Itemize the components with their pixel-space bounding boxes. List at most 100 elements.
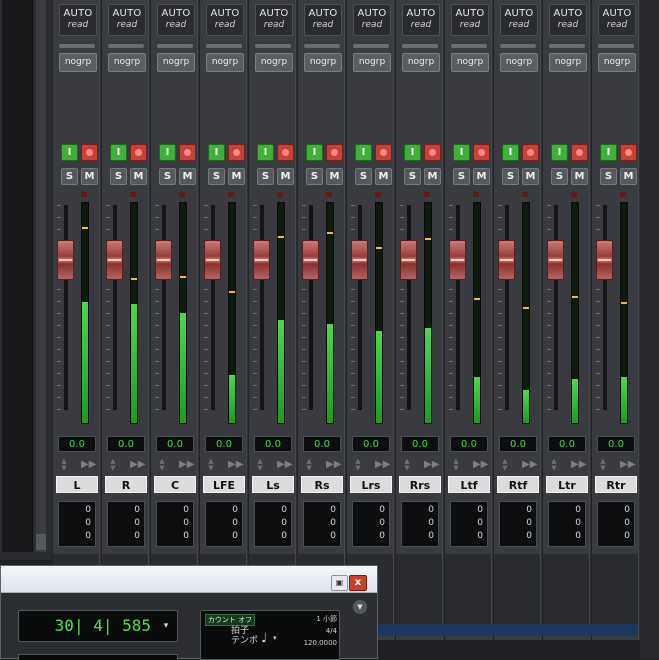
channel-name[interactable]: Rs <box>301 476 343 493</box>
automation-mode-button[interactable]: AUTO read <box>59 4 97 36</box>
volume-fader[interactable] <box>498 240 515 280</box>
volume-readout[interactable]: 0.0 <box>548 436 586 452</box>
volume-readout[interactable]: 0.0 <box>401 436 439 452</box>
fast-forward-icon[interactable]: ▶▶ <box>473 458 489 472</box>
channel-name[interactable]: Rtf <box>497 476 539 493</box>
sub-counter[interactable] <box>18 654 178 660</box>
group-button[interactable]: nogrp <box>451 53 489 72</box>
input-monitor-button[interactable]: I <box>355 144 372 161</box>
solo-button[interactable]: S <box>453 168 470 185</box>
volume-readout[interactable]: 0.0 <box>254 436 292 452</box>
group-button[interactable]: nogrp <box>353 53 391 72</box>
volume-readout[interactable]: 0.0 <box>107 436 145 452</box>
fast-forward-icon[interactable]: ▶▶ <box>375 458 391 472</box>
volume-readout[interactable]: 0.0 <box>450 436 488 452</box>
automation-mode-button[interactable]: AUTO read <box>353 4 391 36</box>
volume-readout[interactable]: 0.0 <box>205 436 243 452</box>
input-monitor-button[interactable]: I <box>551 144 568 161</box>
solo-button[interactable]: S <box>159 168 176 185</box>
volume-fader[interactable] <box>57 240 74 280</box>
automation-mode-button[interactable]: AUTO read <box>549 4 587 36</box>
channel-name[interactable]: Rtr <box>595 476 637 493</box>
solo-button[interactable]: S <box>208 168 225 185</box>
up-down-arrows-icon[interactable]: ▲ ▼ <box>598 458 608 472</box>
automation-mode-button[interactable]: AUTO read <box>598 4 636 36</box>
volume-fader[interactable] <box>155 240 172 280</box>
channel-name[interactable]: Ltr <box>546 476 588 493</box>
input-monitor-button[interactable]: I <box>600 144 617 161</box>
input-monitor-button[interactable]: I <box>404 144 421 161</box>
left-panel-scrollbar[interactable] <box>36 0 46 552</box>
input-monitor-button[interactable]: I <box>453 144 470 161</box>
solo-button[interactable]: S <box>110 168 127 185</box>
tempo-dropdown-icon[interactable]: ▾ <box>273 633 281 643</box>
up-down-arrows-icon[interactable]: ▲ ▼ <box>451 458 461 472</box>
fast-forward-icon[interactable]: ▶▶ <box>130 458 146 472</box>
mute-button[interactable]: M <box>326 168 343 185</box>
solo-button[interactable]: S <box>502 168 519 185</box>
automation-mode-button[interactable]: AUTO read <box>500 4 538 36</box>
volume-fader[interactable] <box>400 240 417 280</box>
solo-button[interactable]: S <box>61 168 78 185</box>
volume-fader[interactable] <box>302 240 319 280</box>
mute-button[interactable]: M <box>571 168 588 185</box>
mute-button[interactable]: M <box>130 168 147 185</box>
automation-mode-button[interactable]: AUTO read <box>157 4 195 36</box>
mute-button[interactable]: M <box>228 168 245 185</box>
volume-fader[interactable] <box>106 240 123 280</box>
mute-button[interactable]: M <box>620 168 637 185</box>
solo-button[interactable]: S <box>355 168 372 185</box>
group-button[interactable]: nogrp <box>304 53 342 72</box>
fast-forward-icon[interactable]: ▶▶ <box>326 458 342 472</box>
volume-readout[interactable]: 0.0 <box>303 436 341 452</box>
automation-mode-button[interactable]: AUTO read <box>206 4 244 36</box>
automation-mode-button[interactable]: AUTO read <box>402 4 440 36</box>
volume-fader[interactable] <box>547 240 564 280</box>
volume-readout[interactable]: 0.0 <box>499 436 537 452</box>
record-arm-button[interactable] <box>179 144 196 161</box>
automation-mode-button[interactable]: AUTO read <box>304 4 342 36</box>
main-counter[interactable]: 30| 4| 585 ▾ <box>18 610 178 642</box>
tempo-value[interactable]: 120.0000 <box>291 638 337 648</box>
chevron-down-icon[interactable]: ▼ <box>353 600 367 614</box>
record-arm-button[interactable] <box>620 144 637 161</box>
solo-button[interactable]: S <box>551 168 568 185</box>
channel-name[interactable]: Ltf <box>448 476 490 493</box>
record-arm-button[interactable] <box>277 144 294 161</box>
record-arm-button[interactable] <box>81 144 98 161</box>
solo-button[interactable]: S <box>404 168 421 185</box>
volume-fader[interactable] <box>351 240 368 280</box>
up-down-arrows-icon[interactable]: ▲ ▼ <box>549 458 559 472</box>
group-button[interactable]: nogrp <box>206 53 244 72</box>
input-monitor-button[interactable]: I <box>159 144 176 161</box>
volume-fader[interactable] <box>449 240 466 280</box>
mute-button[interactable]: M <box>473 168 490 185</box>
fast-forward-icon[interactable]: ▶▶ <box>571 458 587 472</box>
automation-mode-button[interactable]: AUTO read <box>108 4 146 36</box>
record-arm-button[interactable] <box>375 144 392 161</box>
fast-forward-icon[interactable]: ▶▶ <box>424 458 440 472</box>
scroll-down-arrow-icon[interactable] <box>36 534 46 550</box>
up-down-arrows-icon[interactable]: ▲ ▼ <box>206 458 216 472</box>
input-monitor-button[interactable]: I <box>208 144 225 161</box>
mute-button[interactable]: M <box>277 168 294 185</box>
channel-name[interactable]: R <box>105 476 147 493</box>
channel-name[interactable]: Lrs <box>350 476 392 493</box>
record-arm-button[interactable] <box>571 144 588 161</box>
input-monitor-button[interactable]: I <box>110 144 127 161</box>
up-down-arrows-icon[interactable]: ▲ ▼ <box>157 458 167 472</box>
mute-button[interactable]: M <box>375 168 392 185</box>
record-arm-button[interactable] <box>424 144 441 161</box>
group-button[interactable]: nogrp <box>255 53 293 72</box>
fast-forward-icon[interactable]: ▶▶ <box>81 458 97 472</box>
close-icon[interactable]: x <box>349 575 367 591</box>
automation-mode-button[interactable]: AUTO read <box>255 4 293 36</box>
solo-button[interactable]: S <box>306 168 323 185</box>
record-arm-button[interactable] <box>326 144 343 161</box>
up-down-arrows-icon[interactable]: ▲ ▼ <box>108 458 118 472</box>
group-button[interactable]: nogrp <box>59 53 97 72</box>
meter-value[interactable]: 4/4 <box>297 626 337 636</box>
up-down-arrows-icon[interactable]: ▲ ▼ <box>59 458 69 472</box>
volume-readout[interactable]: 0.0 <box>156 436 194 452</box>
volume-readout[interactable]: 0.0 <box>352 436 390 452</box>
